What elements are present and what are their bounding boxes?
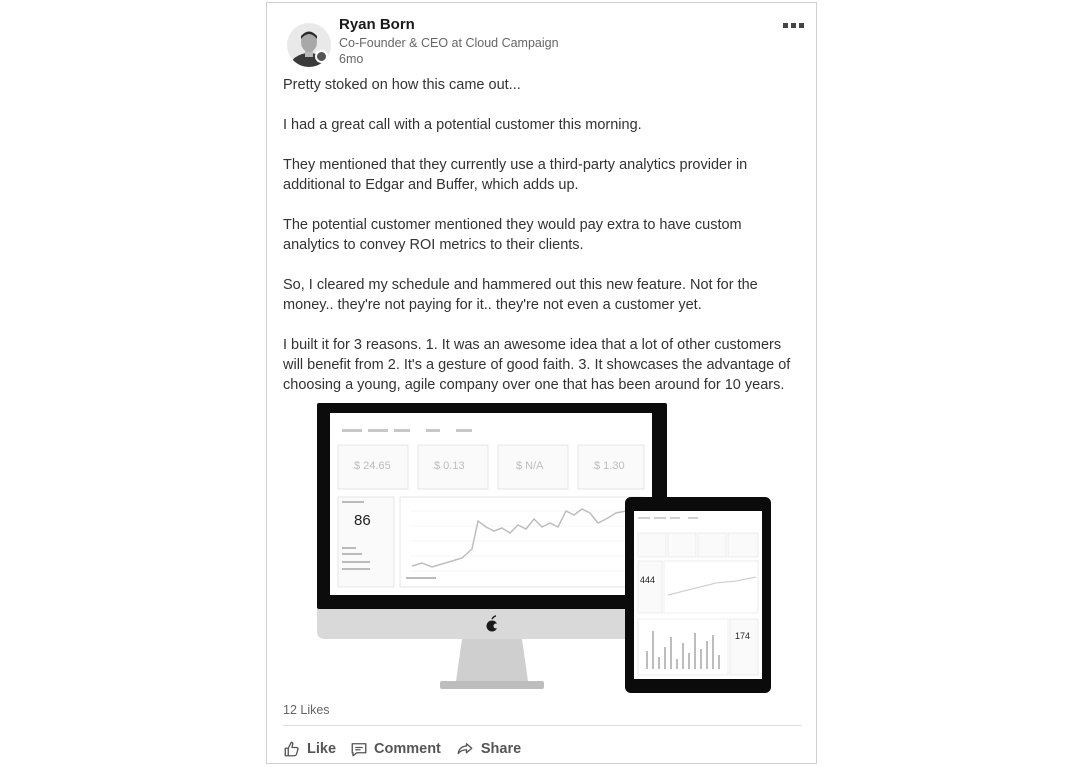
stat-value: $ 1.30 bbox=[594, 460, 625, 472]
author-headline: Co-Founder & CEO at Cloud Campaign bbox=[339, 36, 559, 50]
tablet-side-number: 174 bbox=[735, 631, 750, 641]
like-label: Like bbox=[307, 741, 337, 757]
like-button[interactable]: Like bbox=[283, 740, 336, 758]
thumbs-up-icon bbox=[284, 741, 299, 757]
action-bar: Like Comment Share bbox=[283, 735, 535, 763]
presence-indicator bbox=[315, 50, 328, 63]
monitor-stand bbox=[456, 639, 528, 681]
dot-icon bbox=[798, 22, 804, 28]
post-time: 6mo bbox=[339, 52, 364, 66]
post-body: Pretty stoked on how this came out... I … bbox=[283, 75, 803, 415]
follower-count: 86 bbox=[354, 512, 371, 529]
post-paragraph: I built it for 3 reasons. 1. It was an a… bbox=[283, 337, 791, 393]
divider bbox=[283, 725, 802, 726]
tablet-follower-count: 444 bbox=[640, 575, 655, 585]
likes-count[interactable]: 12 Likes bbox=[283, 703, 330, 717]
post-card: Ryan Born Co-Founder & CEO at Cloud Camp… bbox=[266, 2, 817, 764]
comment-icon bbox=[351, 743, 367, 757]
post-paragraph: The potential customer mentioned they wo… bbox=[283, 217, 742, 253]
post-paragraph: They mentioned that they currently use a… bbox=[283, 157, 748, 193]
stat-value: $ 0.13 bbox=[434, 460, 465, 472]
post-paragraph: Pretty stoked on how this came out... bbox=[283, 77, 521, 93]
post-paragraph: So, I cleared my schedule and hammered o… bbox=[283, 277, 758, 313]
dot-icon bbox=[782, 22, 788, 28]
share-label: Share bbox=[480, 741, 522, 757]
comment-label: Comment bbox=[374, 741, 441, 757]
comment-button[interactable]: Comment bbox=[350, 740, 441, 758]
author-name[interactable]: Ryan Born bbox=[339, 16, 415, 33]
stat-value: $ N/A bbox=[516, 460, 544, 472]
stat-value: $ 24.65 bbox=[354, 460, 391, 472]
share-button[interactable]: Share bbox=[455, 740, 521, 758]
share-icon bbox=[457, 743, 473, 755]
dot-icon bbox=[790, 22, 796, 28]
more-options-button[interactable] bbox=[779, 17, 807, 33]
post-image[interactable]: $ 24.65 $ 0.13 $ N/A $ 1.30 86 444 174 bbox=[316, 401, 776, 693]
post-paragraph: I had a great call with a potential cust… bbox=[283, 117, 642, 133]
